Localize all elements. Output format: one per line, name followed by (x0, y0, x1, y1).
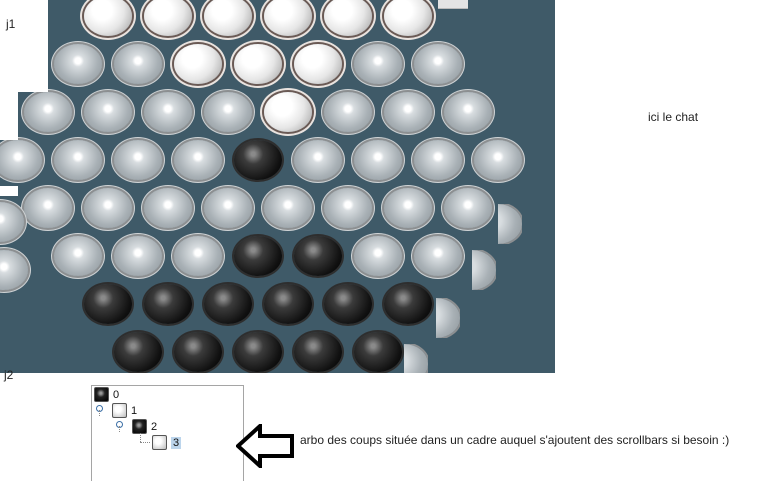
board-edge-mask (0, 186, 18, 196)
tree-node-label-selected: 3 (171, 436, 182, 449)
player1-label: j1 (6, 17, 16, 31)
empty-marble[interactable] (264, 188, 312, 228)
empty-marble[interactable] (84, 188, 132, 228)
tree-connector (140, 442, 150, 443)
black-marble[interactable] (234, 332, 282, 372)
empty-marble[interactable] (324, 188, 372, 228)
black-marble[interactable] (234, 236, 282, 276)
edge-marble (0, 250, 28, 290)
empty-marble[interactable] (294, 140, 342, 180)
black-marble[interactable] (324, 284, 372, 324)
empty-marble[interactable] (324, 92, 372, 132)
tree-connector (119, 426, 120, 432)
empty-marble[interactable] (474, 140, 522, 180)
empty-marble[interactable] (354, 44, 402, 84)
white-marble[interactable] (84, 0, 132, 36)
black-marble[interactable] (174, 332, 222, 372)
white-marble[interactable] (324, 0, 372, 36)
empty-marble[interactable] (384, 92, 432, 132)
empty-marble[interactable] (54, 236, 102, 276)
tree-connector (140, 433, 141, 442)
empty-marble[interactable] (444, 188, 492, 228)
empty-marble[interactable] (114, 236, 162, 276)
empty-marble[interactable] (174, 140, 222, 180)
white-marble[interactable] (264, 0, 312, 36)
empty-marble[interactable] (24, 92, 72, 132)
black-marble[interactable] (384, 284, 432, 324)
empty-marble[interactable] (204, 188, 252, 228)
game-board[interactable] (0, 0, 555, 373)
tree-node-3[interactable]: 3 (152, 435, 182, 450)
arrow-left-icon (236, 424, 294, 468)
black-marble-icon (132, 419, 147, 434)
white-marble[interactable] (264, 92, 312, 132)
empty-marble[interactable] (174, 236, 222, 276)
white-marble[interactable] (294, 44, 342, 84)
black-marble[interactable] (84, 284, 132, 324)
black-marble[interactable] (294, 236, 342, 276)
player2-label: j2 (4, 368, 14, 382)
empty-marble[interactable] (144, 92, 192, 132)
white-marble[interactable] (204, 0, 252, 36)
empty-marble[interactable] (84, 92, 132, 132)
empty-marble[interactable] (414, 236, 462, 276)
empty-marble[interactable] (54, 140, 102, 180)
black-marble[interactable] (144, 284, 192, 324)
empty-marble[interactable] (54, 44, 102, 84)
empty-marble[interactable] (204, 92, 252, 132)
board-top-strip (438, 0, 468, 9)
edge-marble (0, 202, 24, 242)
white-marble[interactable] (384, 0, 432, 36)
tree-node-label: 2 (151, 420, 158, 433)
chat-area-label: ici le chat (648, 110, 699, 124)
white-marble-icon (112, 403, 127, 418)
empty-marble[interactable] (414, 140, 462, 180)
white-marble[interactable] (144, 0, 192, 36)
empty-marble[interactable] (0, 140, 42, 180)
black-marble[interactable] (294, 332, 342, 372)
black-marble[interactable] (234, 140, 282, 180)
empty-marble[interactable] (384, 188, 432, 228)
black-marble[interactable] (204, 284, 252, 324)
empty-marble[interactable] (144, 188, 192, 228)
tree-node-label: 0 (113, 388, 120, 401)
black-marble[interactable] (114, 332, 162, 372)
empty-marble[interactable] (354, 140, 402, 180)
tree-connector (99, 410, 100, 416)
tree-node-label: 1 (131, 404, 138, 417)
empty-marble[interactable] (414, 44, 462, 84)
black-marble-icon (94, 387, 109, 402)
empty-marble[interactable] (24, 188, 72, 228)
empty-marble[interactable] (354, 236, 402, 276)
move-tree-panel[interactable]: 0 1 2 3 (91, 385, 244, 481)
empty-marble[interactable] (114, 140, 162, 180)
black-marble[interactable] (354, 332, 402, 372)
board-edge-mask (0, 92, 18, 140)
black-marble[interactable] (264, 284, 312, 324)
white-marble[interactable] (234, 44, 282, 84)
tree-node-2[interactable]: 2 (132, 419, 157, 434)
empty-marble[interactable] (444, 92, 492, 132)
tree-node-1[interactable]: 1 (112, 403, 137, 418)
white-marble-icon (152, 435, 167, 450)
empty-marble[interactable] (114, 44, 162, 84)
board-edge-mask (0, 0, 48, 92)
tree-node-0[interactable]: 0 (94, 387, 119, 402)
white-marble[interactable] (174, 44, 222, 84)
tree-annotation: arbo des coups située dans un cadre auqu… (300, 433, 730, 447)
